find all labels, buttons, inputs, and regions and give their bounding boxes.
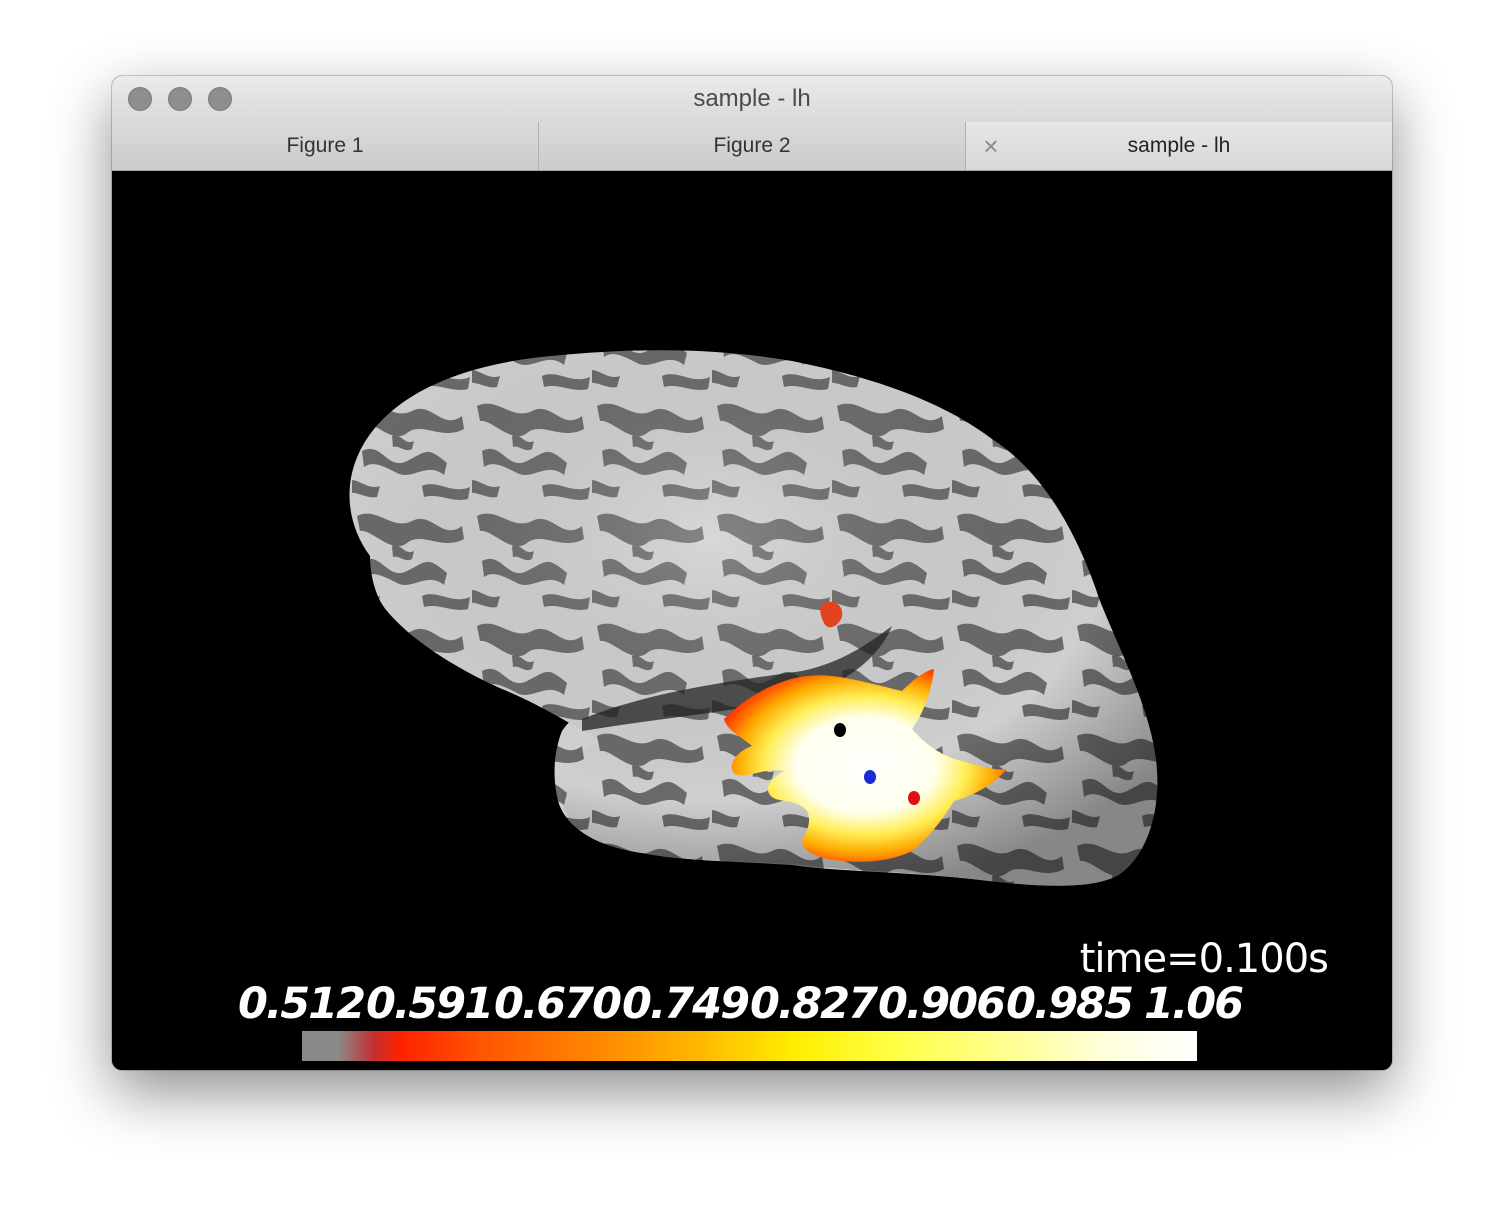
window-title: sample - lh [693, 85, 811, 112]
colorbar [302, 1031, 1197, 1061]
tab-sample-lh[interactable]: × sample - lh [966, 122, 1392, 170]
tab-figure-2[interactable]: Figure 2 [539, 122, 966, 170]
colorbar-tick-labels: 0.512 0.591 0.670 0.749 0.827 0.906 0.98… [238, 979, 1244, 1029]
marker-black [834, 723, 846, 737]
colorbar-tick: 0.827 [750, 979, 878, 1029]
tab-label: Figure 2 [713, 134, 791, 157]
colorbar-tick: 1.06 [1144, 979, 1244, 1029]
close-icon[interactable]: × [980, 122, 1002, 170]
tab-label: Figure 1 [286, 134, 364, 157]
brain-3d-viewport[interactable]: time=0.100s 0.512 0.591 0.670 0.749 0.82… [112, 171, 1392, 1070]
marker-red [908, 791, 920, 805]
time-label: time=0.100s [1079, 936, 1329, 982]
tab-figure-1[interactable]: Figure 1 [112, 122, 539, 170]
colorbar-tick: 0.591 [366, 979, 494, 1029]
tab-label: sample - lh [1127, 134, 1231, 157]
tab-bar: Figure 1 Figure 2 × sample - lh [112, 122, 1392, 171]
hemisphere-shading [349, 350, 1158, 886]
colorbar-tick: 0.906 [878, 979, 1006, 1029]
title-bar[interactable]: sample - lh [112, 76, 1392, 123]
colorbar-tick: 0.985 [1006, 979, 1134, 1029]
marker-blue [864, 770, 876, 784]
app-window: sample - lh Figure 1 Figure 2 × sample -… [112, 76, 1392, 1070]
colorbar-tick: 0.670 [494, 979, 622, 1029]
colorbar-tick: 0.512 [238, 979, 366, 1029]
colorbar-tick: 0.749 [622, 979, 750, 1029]
